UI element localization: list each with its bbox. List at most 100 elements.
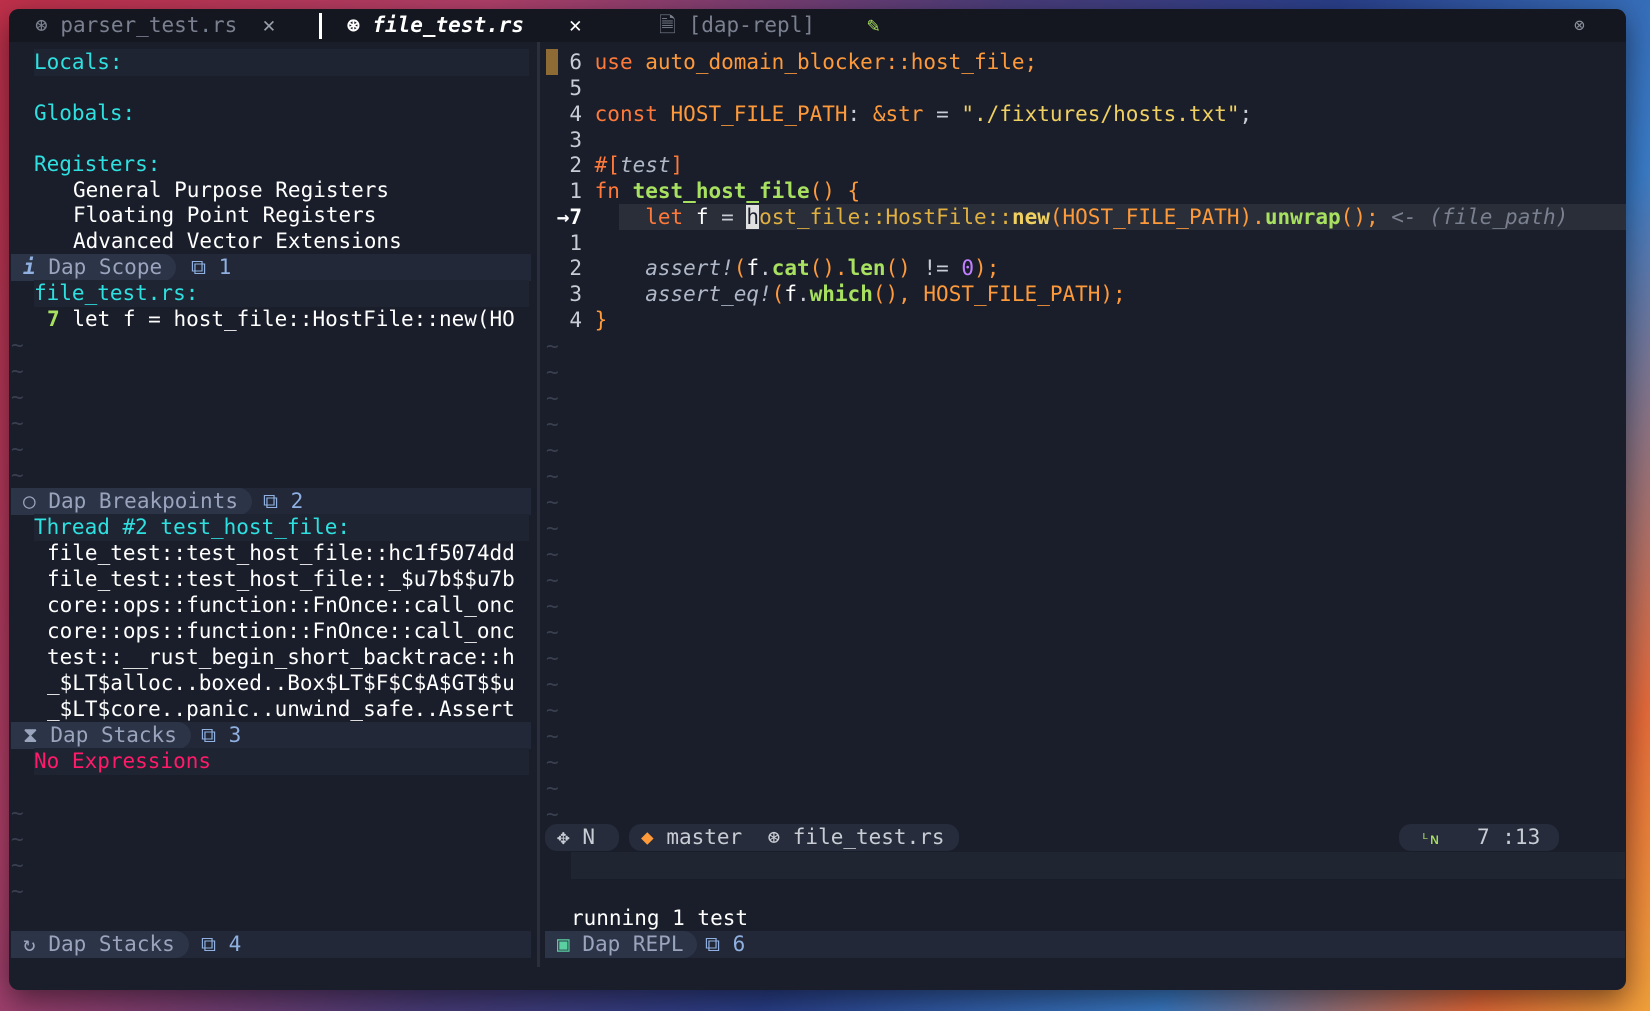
execution-pointer-icon: → [556, 205, 570, 229]
breakpoint-file[interactable]: file_test.rs: [34, 280, 529, 307]
terminal-icon: ▣ [557, 932, 570, 956]
tab-label: file_test.rs [372, 13, 525, 37]
register-group[interactable]: Advanced Vector Extensions [73, 228, 402, 255]
close-icon[interactable]: ✕ [569, 13, 582, 37]
tab-dap-repl[interactable]: 🗎 [dap-repl] [659, 9, 815, 42]
empty-line-marker: ~ [11, 359, 24, 383]
bottom-left-panel-header: ↻ Dap Stacks ⧉ 4 [11, 931, 531, 958]
register-group[interactable]: Floating Point Registers [73, 202, 376, 229]
window-number: ⧉ 2 [263, 489, 304, 513]
code-line[interactable]: 4 } [540, 307, 607, 334]
repl-output: running 1 test [571, 906, 749, 930]
stack-frame[interactable]: file_test::test_host_file::hc1f5074dd [47, 540, 515, 567]
git-branch-icon: ◆ [641, 825, 654, 849]
empty-line-marker: ~ [546, 698, 559, 722]
tab-close-active[interactable]: ✕ [569, 9, 582, 42]
breakpoint-line-number: 7 [47, 307, 60, 331]
empty-line-marker: ~ [546, 568, 559, 592]
panel-title: ▣ Dap REPL [545, 931, 698, 958]
tab-parser-test[interactable]: ⊛ parser_test.rs ✕ [35, 9, 275, 42]
document-icon: 🗎 [659, 13, 676, 37]
statusline: ✥ N ◆ master ⊛ file_test.rs ᴸɴ 7 :13 [545, 824, 1625, 851]
code-line[interactable]: 3 assert_eq!(f.which(), HOST_FILE_PATH); [540, 281, 1125, 308]
stack-frame[interactable]: core::ops::function::FnOnce::call_onc [47, 592, 515, 619]
empty-line-marker: ~ [11, 411, 24, 435]
circle-icon: ○ [23, 489, 36, 513]
window-number: ⧉ 6 [705, 932, 746, 956]
breakpoint-line: let f = host_file::HostFile::new(HO [72, 307, 515, 331]
empty-line-marker: ~ [546, 516, 559, 540]
git-branch: ◆ master ⊛ file_test.rs [629, 824, 959, 851]
code-line[interactable]: 6 use auto_domain_blocker::host_file; [540, 49, 1037, 76]
panel-title: ○ Dap Breakpoints [11, 488, 252, 515]
stack-frame[interactable]: file_test::test_host_file::_$u7b$$u7b [47, 566, 515, 593]
window-link-icon: ⧉ [201, 723, 216, 747]
pencil-icon: ✎ [867, 13, 880, 37]
empty-line-marker: ~ [546, 412, 559, 436]
empty-line-marker: ~ [11, 333, 24, 357]
rust-file-icon: ⊛ [347, 13, 360, 37]
panel-title: ⧗ Dap Stacks [11, 722, 191, 749]
empty-line-marker: ~ [546, 646, 559, 670]
stack-frame[interactable]: core::ops::function::FnOnce::call_onc [47, 618, 515, 645]
empty-line-marker: ~ [546, 620, 559, 644]
empty-line-marker: ~ [546, 334, 559, 358]
close-icon[interactable]: ✕ [263, 13, 276, 37]
scope-panel-header: i Dap Scope ⧉ 1 [11, 254, 531, 281]
panel-title: i Dap Scope [11, 254, 177, 281]
text-cursor: h [746, 205, 760, 229]
stack-frame[interactable]: test::__rust_begin_short_backtrace::h [47, 644, 515, 671]
window-link-icon: ⧉ [705, 932, 720, 956]
current-code-line[interactable]: →7 let f = host_file::HostFile::new(HOST… [540, 204, 1568, 231]
window-number: ⧉ 4 [201, 932, 242, 956]
tab-divider [319, 13, 322, 39]
scope-locals[interactable]: Locals: [34, 49, 529, 76]
scope-registers[interactable]: Registers: [34, 151, 160, 178]
code-line[interactable]: 2 #[test] [540, 152, 683, 179]
stack-icon: ⧗ [23, 723, 38, 747]
empty-line-marker: ~ [546, 776, 559, 800]
panel-title: ↻ Dap Stacks [11, 931, 189, 958]
breakpoints-panel-header: ○ Dap Breakpoints ⧉ 2 [11, 488, 531, 515]
code-line[interactable]: 5 [540, 75, 582, 102]
move-icon: ✥ [557, 825, 570, 849]
mode-indicator: ✥ N [545, 824, 619, 851]
empty-line-marker: ~ [11, 853, 24, 877]
scope-globals[interactable]: Globals: [34, 100, 135, 127]
window-number: ⧉ 3 [201, 723, 242, 747]
empty-line-marker: ~ [546, 542, 559, 566]
code-line[interactable]: 4 const HOST_FILE_PATH: &str = "./fixtur… [540, 101, 1252, 128]
code-line[interactable]: 1 fn test_host_file() { [540, 178, 860, 205]
refresh-icon: ↻ [23, 932, 36, 956]
tab-bar: ⊛ parser_test.rs ✕ ⊛ file_test.rs ✕ 🗎 [d… [9, 9, 1626, 42]
empty-line-marker: ~ [546, 594, 559, 618]
window-link-icon: ⧉ [201, 932, 216, 956]
repl-input-bar[interactable] [571, 852, 1625, 879]
stack-frame[interactable]: _$LT$alloc..boxed..Box$LT$F$C$A$GT$$u [47, 670, 515, 697]
stacks-panel-header: ⧗ Dap Stacks ⧉ 3 [11, 722, 531, 749]
breakpoint-entry[interactable]: 7 let f = host_file::HostFile::new(HO [47, 306, 515, 333]
empty-line-marker: ~ [546, 386, 559, 410]
code-line[interactable]: 1 [540, 230, 582, 257]
empty-line-marker: ~ [546, 360, 559, 384]
empty-line-marker: ~ [11, 827, 24, 851]
line-number-icon: ᴸɴ [1421, 830, 1440, 848]
empty-line-marker: ~ [546, 438, 559, 462]
register-group[interactable]: General Purpose Registers [73, 177, 389, 204]
empty-line-marker: ~ [546, 464, 559, 488]
inline-virtual-text: <- (file_path) [1391, 205, 1569, 229]
empty-line-marker: ~ [546, 672, 559, 696]
empty-line-marker: ~ [11, 385, 24, 409]
window-close-icon[interactable]: ⊗ [1574, 9, 1585, 42]
code-line[interactable]: 2 assert!(f.cat().len() != 0); [540, 255, 999, 282]
stack-thread[interactable]: Thread #2 test_host_file: [34, 514, 529, 541]
tab-file-test[interactable]: ⊛ file_test.rs [347, 9, 524, 42]
dap-sidebar: Locals: Globals: Registers: General Purp… [9, 42, 539, 990]
window-number: ⧉ 1 [191, 255, 232, 279]
info-icon: i [23, 255, 36, 279]
window-link-icon: ⧉ [263, 489, 278, 513]
empty-line-marker: ~ [11, 463, 24, 487]
empty-line-marker: ~ [546, 750, 559, 774]
stack-frame[interactable]: _$LT$core..panic..unwind_safe..Assert [47, 696, 515, 723]
code-line[interactable]: 3 [540, 127, 582, 154]
